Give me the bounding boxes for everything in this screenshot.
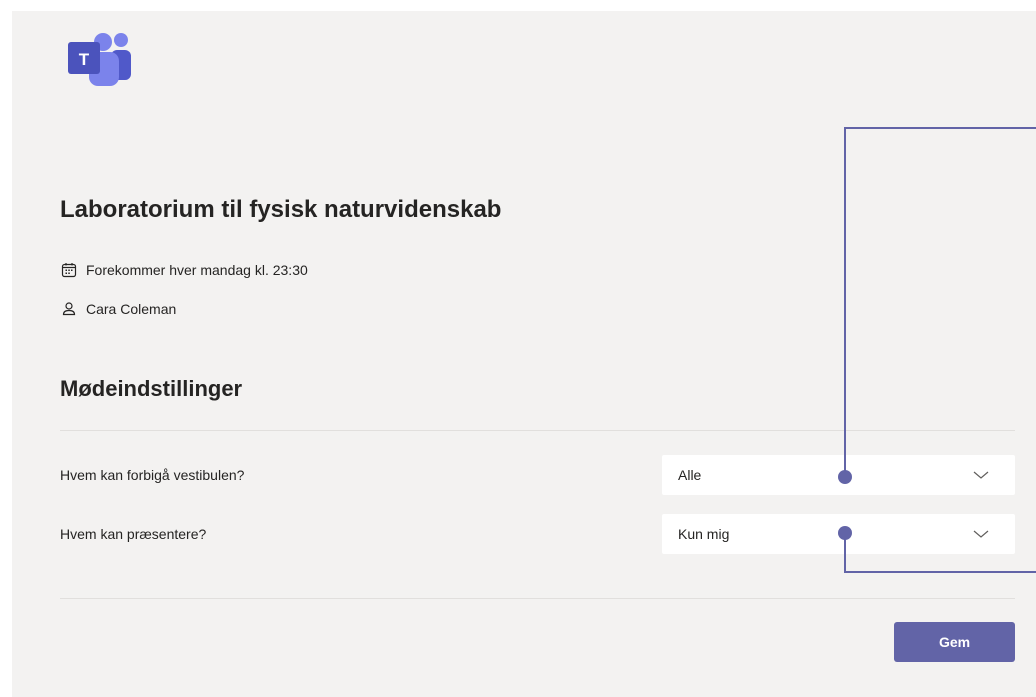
chevron-down-icon [973, 530, 989, 538]
organizer-row: Cara Coleman [61, 301, 176, 317]
divider [60, 598, 1015, 599]
lobby-bypass-dropdown[interactable]: Alle [662, 455, 1015, 495]
recurrence-text: Forekommer hver mandag kl. 23:30 [86, 262, 308, 278]
presenter-dropdown[interactable]: Kun mig [662, 514, 1015, 554]
presenter-value: Kun mig [678, 526, 730, 542]
save-button[interactable]: Gem [894, 622, 1015, 662]
organizer-name: Cara Coleman [86, 301, 177, 317]
person-icon [62, 302, 76, 316]
presenter-label: Hvem kan præsentere? [60, 526, 207, 542]
settings-heading: Mødeindstillinger [60, 376, 243, 401]
divider [60, 430, 1015, 431]
svg-text:T: T [79, 50, 90, 69]
teams-logo: T [68, 33, 131, 86]
lobby-bypass-label: Hvem kan forbigå vestibulen? [60, 467, 245, 483]
recurrence-row: Forekommer hver mandag kl. 23:30 [61, 262, 308, 278]
lobby-bypass-value: Alle [678, 467, 702, 483]
meeting-title: Laboratorium til fysisk naturvidenskab [60, 196, 502, 223]
meeting-options-panel [12, 11, 1036, 697]
calendar-icon [61, 263, 77, 278]
chevron-down-icon [973, 471, 989, 479]
